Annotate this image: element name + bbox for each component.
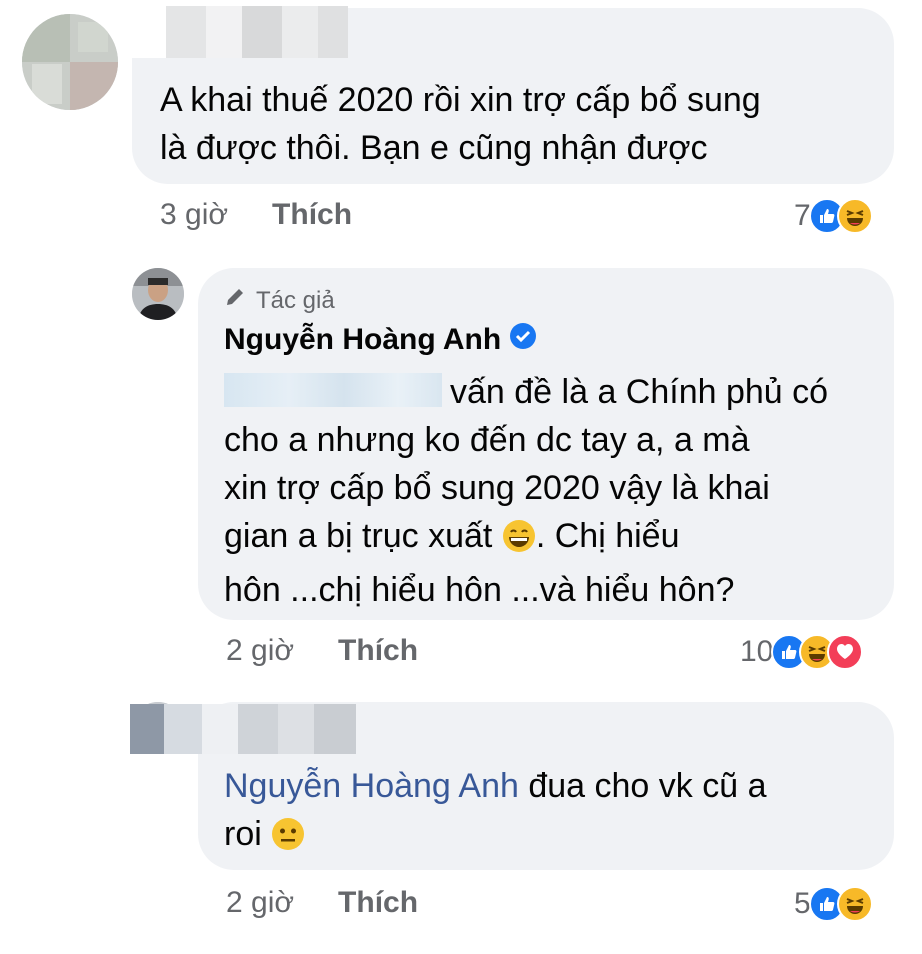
like-button[interactable]: Thích bbox=[272, 198, 352, 232]
commenter-avatar[interactable] bbox=[22, 14, 118, 110]
comment-text-line: xin trợ cấp bổ sung 2020 vậy là khai bbox=[224, 469, 770, 507]
comment-text-line: cho a nhưng ko đến dc tay a, a mà bbox=[224, 421, 750, 459]
comment-text-line: A khai thuế 2020 rồi xin trợ cấp bổ sung bbox=[160, 81, 761, 119]
comment-text-line: gian a bị trục xuất bbox=[224, 517, 493, 555]
comment-timestamp[interactable]: 2 giờ bbox=[226, 886, 294, 920]
comment-text-line: . Chị hiểu bbox=[535, 517, 680, 555]
pencil-icon bbox=[224, 286, 246, 315]
reaction-summary[interactable]: 7 bbox=[794, 198, 873, 234]
author-badge: Tác giả bbox=[224, 286, 335, 315]
comment-meta: 2 giờ Thích bbox=[226, 886, 418, 920]
comment-timestamp[interactable]: 2 giờ bbox=[226, 634, 294, 668]
comment-text-line: là được thôi. Bạn e cũng nhận được bbox=[160, 129, 708, 167]
author-badge-label: Tác giả bbox=[256, 286, 335, 314]
reaction-count: 10 bbox=[740, 635, 774, 668]
comment-meta: 2 giờ Thích bbox=[226, 634, 418, 668]
verified-badge-icon bbox=[509, 322, 537, 358]
comment-text: A khai thuế 2020 rồi xin trợ cấp bổ sung… bbox=[160, 76, 761, 172]
comment-text-line: vấn đề là a Chính phủ có bbox=[450, 373, 829, 411]
haha-icon bbox=[836, 198, 873, 234]
like-button[interactable]: Thích bbox=[338, 634, 418, 668]
love-icon bbox=[827, 634, 864, 670]
author-avatar[interactable] bbox=[132, 268, 184, 320]
author-name-text: Nguyễn Hoàng Anh bbox=[224, 323, 502, 356]
comment-text-line: hôn ...chị hiểu hôn ...và hiểu hôn? bbox=[224, 571, 735, 609]
comment-text: Nguyễn Hoàng Anh đua cho vk cũ a roi bbox=[224, 762, 767, 864]
grinning-emoji-icon bbox=[502, 518, 536, 566]
author-name[interactable]: Nguyễn Hoàng Anh bbox=[224, 322, 537, 358]
mention-link[interactable]: Nguyễn Hoàng Anh bbox=[224, 767, 519, 805]
neutral-face-emoji-icon bbox=[271, 816, 305, 864]
comment-timestamp[interactable]: 3 giờ bbox=[160, 198, 228, 232]
like-button[interactable]: Thích bbox=[338, 886, 418, 920]
blurred-mention[interactable] bbox=[224, 373, 442, 407]
blurred-commenter-name[interactable] bbox=[132, 6, 348, 58]
comment-text: vấn đề là a Chính phủ có cho a nhưng ko … bbox=[224, 368, 828, 614]
comment-thread: A khai thuế 2020 rồi xin trợ cấp bổ sung… bbox=[0, 0, 922, 954]
comment-text-line: roi bbox=[224, 815, 262, 853]
comment-text-line: đua cho vk cũ a bbox=[518, 767, 767, 805]
comment-meta: 3 giờ Thích bbox=[160, 198, 352, 232]
blurred-commenter-name[interactable] bbox=[96, 704, 356, 754]
reaction-summary[interactable]: 5 bbox=[794, 886, 873, 922]
haha-icon bbox=[836, 886, 873, 922]
reaction-summary[interactable]: 10 bbox=[740, 634, 864, 670]
